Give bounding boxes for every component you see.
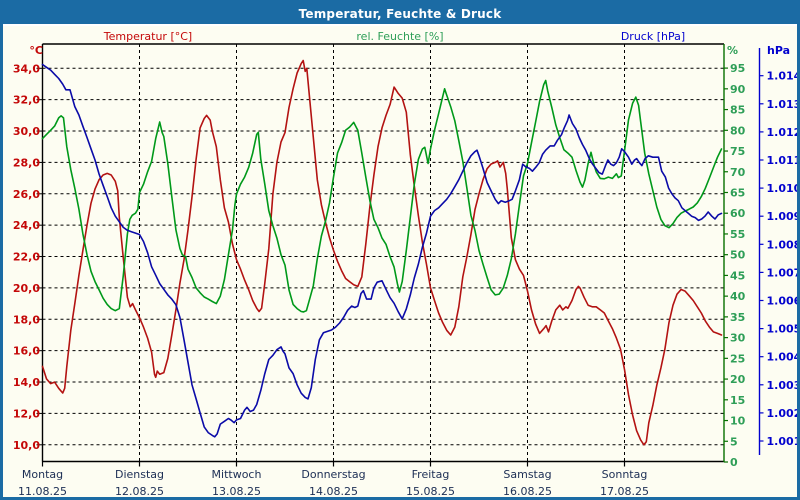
day-date-label: 12.08.25	[115, 485, 164, 498]
pressure-tick-label: 1.003	[767, 379, 800, 392]
pressure-tick-label: 1.004	[767, 351, 800, 364]
humidity-tick-label: 80	[730, 124, 746, 137]
humidity-tick-label: 15	[730, 394, 745, 407]
humidity-tick-label: 35	[730, 311, 745, 324]
temperature-tick-label: 12,0	[13, 407, 40, 420]
temperature-tick-label: 32,0	[13, 94, 40, 107]
pressure-tick-label: 1.011	[767, 154, 800, 167]
weather-chart-window: Temperatur, Feuchte & Druck 34,0 32,0 30,0…	[0, 0, 800, 500]
temperature-tick-label: 22,0	[13, 251, 40, 264]
pressure-tick-label: 1.002	[767, 407, 800, 420]
day-name-label: Montag	[22, 468, 63, 481]
humidity-tick-label: 20	[730, 373, 746, 386]
humidity-tick-label: 25	[730, 352, 745, 365]
humidity-tick-label: 70	[730, 166, 746, 179]
humidity-tick-label: 90	[730, 83, 746, 96]
temperature-tick-label: 30,0	[13, 125, 40, 138]
humidity-series-line	[43, 81, 722, 312]
temperature-tick-label: 24,0	[13, 219, 40, 232]
day-date-label: 16.08.25	[503, 485, 552, 498]
day-date-label: 11.08.25	[18, 485, 67, 498]
humidity-tick-label: 45	[730, 269, 745, 282]
pressure-tick-label: 1.006	[767, 295, 800, 308]
day-name-label: Sonntag	[602, 468, 648, 481]
temperature-tick-label: 16,0	[13, 345, 40, 358]
humidity-tick-label: 55	[730, 228, 745, 241]
humidity-tick-label: 60	[730, 207, 746, 220]
temperature-tick-label: 18,0	[13, 313, 40, 326]
day-name-label: Samstag	[503, 468, 551, 481]
temperature-tick-label: 20,0	[13, 282, 40, 295]
humidity-tick-label: 10	[730, 415, 746, 428]
temperature-tick-label: 10,0	[13, 439, 40, 452]
pressure-tick-label: 1.012	[767, 126, 800, 139]
humidity-tick-label: 5	[730, 435, 738, 448]
humidity-tick-label: 0	[730, 456, 738, 469]
temperature-axis-unit: °C	[25, 44, 43, 57]
humidity-tick-label: 40	[730, 290, 746, 303]
pressure-tick-label: 1.007	[767, 266, 800, 279]
pressure-tick-label: 1.013	[767, 98, 800, 111]
humidity-tick-label: 65	[730, 186, 745, 199]
day-name-label: Dienstag	[115, 468, 164, 481]
day-name-label: Donnerstag	[301, 468, 365, 481]
pressure-tick-label: 1.014	[767, 70, 800, 83]
humidity-tick-label: 85	[730, 104, 745, 117]
plot-frame	[43, 44, 725, 462]
pressure-tick-label: 1.001	[767, 435, 800, 448]
chart-canvas: 34,0 32,0 30,0 28,0 26,0 24,0 22,0 20,0 18,0 16,0…	[3, 3, 800, 500]
humidity-tick-label: 95	[730, 62, 745, 75]
legend-pressure: Druck [hPa]	[621, 30, 685, 43]
day-date-label: 14.08.25	[309, 485, 358, 498]
window-title: Temperatur, Feuchte & Druck	[299, 7, 502, 21]
day-name-label: Freitag	[412, 468, 450, 481]
pressure-series-line	[43, 65, 722, 437]
humidity-tick-label: 50	[730, 249, 746, 262]
day-date-label: 13.08.25	[212, 485, 261, 498]
temperature-tick-label: 28,0	[13, 156, 40, 169]
humidity-axis-unit: %	[727, 44, 738, 57]
pressure-tick-label: 1.005	[767, 323, 800, 336]
temperature-tick-label: 34,0	[13, 62, 40, 75]
humidity-tick-label: 30	[730, 332, 746, 345]
temperature-tick-label: 14,0	[13, 376, 40, 389]
temperature-tick-label: 26,0	[13, 188, 40, 201]
legend-humidity: rel. Feuchte [%]	[356, 30, 443, 43]
day-name-label: Mittwoch	[212, 468, 262, 481]
pressure-axis-unit: hPa	[767, 44, 790, 57]
humidity-tick-label: 75	[730, 145, 745, 158]
day-date-label: 15.08.25	[406, 485, 455, 498]
legend-temperature: Temperatur [°C]	[104, 30, 192, 43]
temperature-series-line	[43, 61, 722, 445]
pressure-tick-label: 1.008	[767, 238, 800, 251]
pressure-tick-label: 1.010	[767, 182, 800, 195]
window-titlebar[interactable]: Temperatur, Feuchte & Druck	[3, 3, 797, 26]
day-date-label: 17.08.25	[600, 485, 649, 498]
pressure-tick-label: 1.009	[767, 210, 800, 223]
